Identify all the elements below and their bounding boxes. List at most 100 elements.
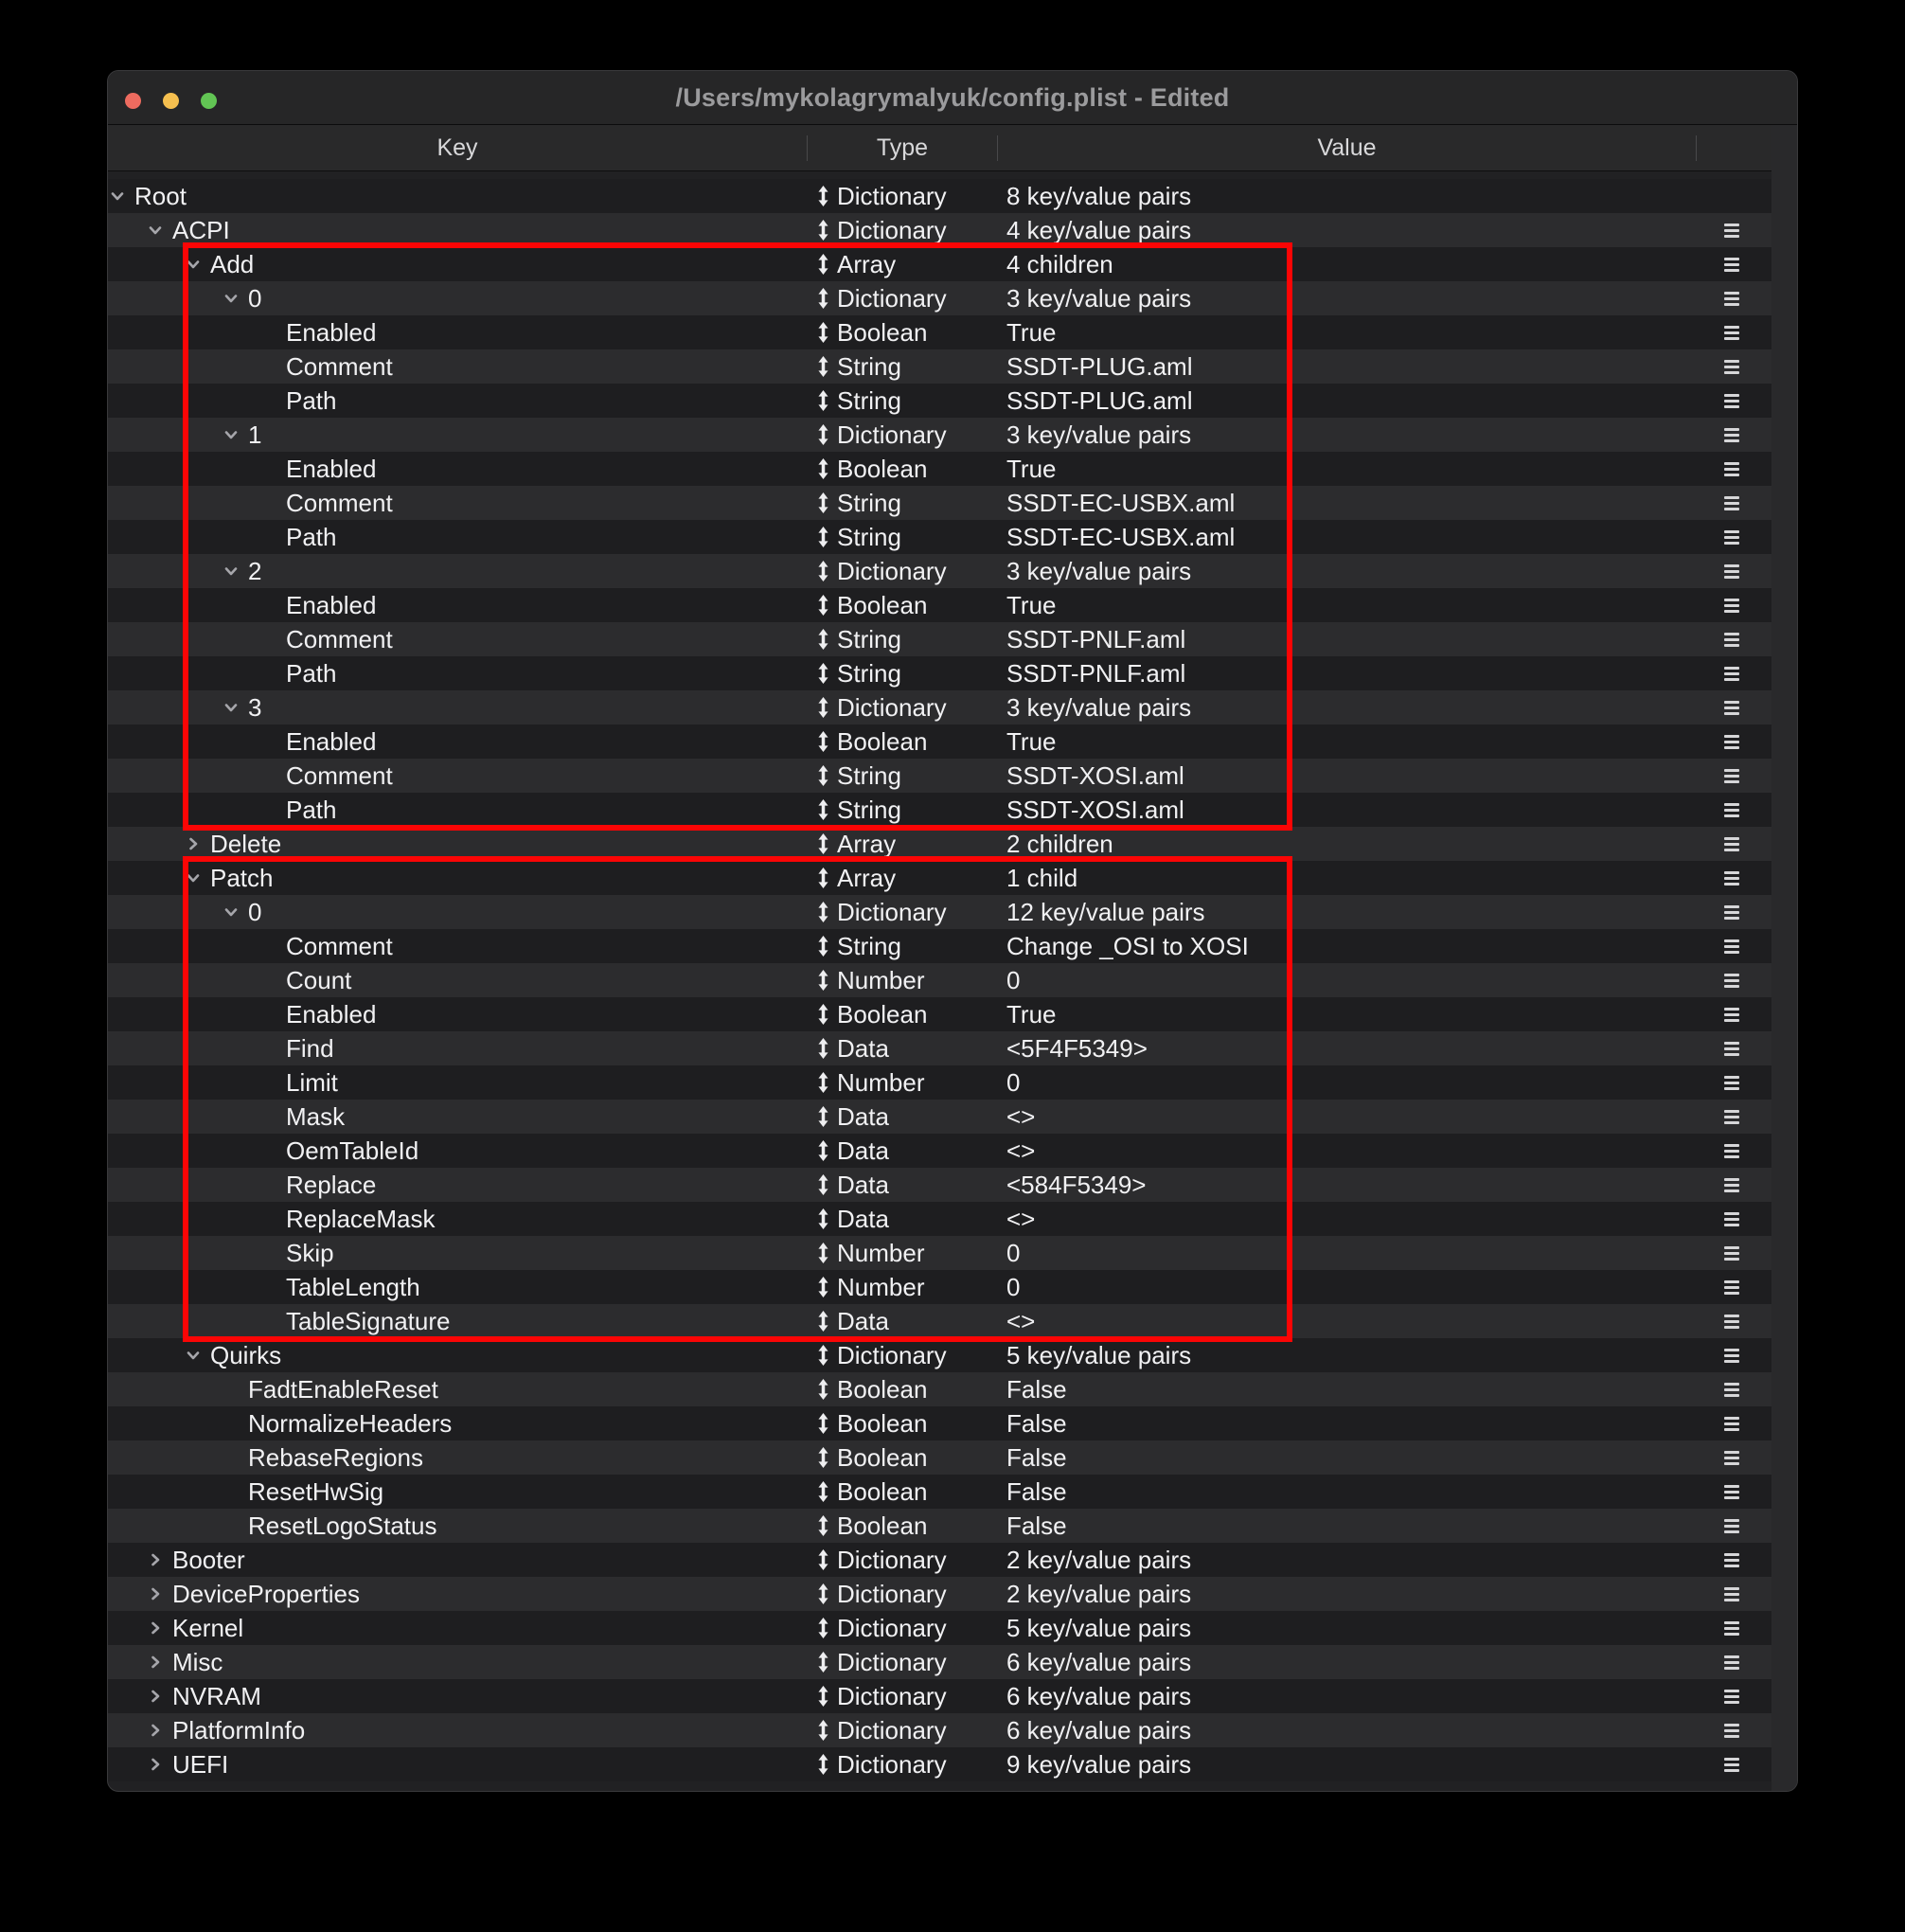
table-row[interactable]: ReplaceMaskData<> [108,1202,1771,1236]
row-menu-icon[interactable] [1724,496,1739,510]
row-type-popup[interactable]: String [837,486,901,520]
type-updown-arrow-icon[interactable] [817,1618,829,1638]
type-updown-arrow-icon[interactable] [817,1038,829,1059]
table-row[interactable]: TableSignatureData<> [108,1304,1771,1338]
row-type-popup[interactable]: Dictionary [837,1611,947,1645]
row-type-popup[interactable]: Dictionary [837,1713,947,1747]
row-type-popup[interactable]: Boolean [837,1509,927,1543]
table-row[interactable]: 2Dictionary3 key/value pairs [108,554,1771,588]
row-value[interactable]: False [1006,1475,1067,1509]
row-menu-icon[interactable] [1724,1178,1739,1192]
row-type-popup[interactable]: Dictionary [837,213,947,247]
type-updown-arrow-icon[interactable] [817,492,829,513]
row-value[interactable]: <> [1006,1134,1035,1168]
row-type-popup[interactable]: Dictionary [837,179,947,213]
row-menu-icon[interactable] [1724,1519,1739,1533]
row-value[interactable]: <5F4F5349> [1006,1031,1148,1065]
type-updown-arrow-icon[interactable] [817,697,829,718]
row-value[interactable]: 3 key/value pairs [1006,690,1191,724]
row-menu-icon[interactable] [1724,769,1739,783]
table-row[interactable]: 0Dictionary12 key/value pairs [108,895,1771,929]
row-type-popup[interactable]: Dictionary [837,1543,947,1577]
row-menu-icon[interactable] [1724,1076,1739,1090]
row-value[interactable]: 3 key/value pairs [1006,554,1191,588]
scrollbar-track[interactable] [1771,125,1798,1792]
row-menu-icon[interactable] [1724,1212,1739,1226]
table-row[interactable]: EnabledBooleanTrue [108,724,1771,759]
table-row[interactable]: EnabledBooleanTrue [108,315,1771,349]
disclosure-expanded-icon[interactable] [223,290,240,307]
row-value[interactable]: 2 key/value pairs [1006,1577,1191,1611]
row-type-popup[interactable]: Boolean [837,1372,927,1406]
row-value[interactable]: SSDT-EC-USBX.aml [1006,520,1235,554]
disclosure-expanded-icon[interactable] [109,188,126,205]
type-updown-arrow-icon[interactable] [817,799,829,820]
disclosure-collapsed-icon[interactable] [147,1654,164,1671]
table-row[interactable]: ResetHwSigBooleanFalse [108,1475,1771,1509]
type-updown-arrow-icon[interactable] [817,1277,829,1297]
table-row[interactable]: FindData<5F4F5349> [108,1031,1771,1065]
row-value[interactable]: True [1006,724,1057,759]
row-value[interactable]: SSDT-PNLF.aml [1006,656,1185,690]
type-updown-arrow-icon[interactable] [817,1686,829,1707]
row-type-popup[interactable]: String [837,929,901,963]
row-value[interactable]: 2 children [1006,827,1113,861]
row-type-popup[interactable]: Data [837,1168,889,1202]
row-type-popup[interactable]: Boolean [837,315,927,349]
table-row[interactable]: CommentStringSSDT-XOSI.aml [108,759,1771,793]
type-updown-arrow-icon[interactable] [817,1140,829,1161]
row-type-popup[interactable]: Dictionary [837,690,947,724]
table-row[interactable]: NVRAMDictionary6 key/value pairs [108,1679,1771,1713]
row-value[interactable]: SSDT-PLUG.aml [1006,349,1193,384]
type-updown-arrow-icon[interactable] [817,1413,829,1434]
table-row[interactable]: TableLengthNumber0 [108,1270,1771,1304]
table-row[interactable]: SkipNumber0 [108,1236,1771,1270]
type-updown-arrow-icon[interactable] [817,1243,829,1263]
type-updown-arrow-icon[interactable] [817,356,829,377]
table-row[interactable]: PlatformInfoDictionary6 key/value pairs [108,1713,1771,1747]
row-value[interactable]: SSDT-XOSI.aml [1006,759,1184,793]
row-value[interactable]: 0 [1006,1236,1020,1270]
table-row[interactable]: PathStringSSDT-PLUG.aml [108,384,1771,418]
disclosure-expanded-icon[interactable] [147,222,164,239]
table-row[interactable]: BooterDictionary2 key/value pairs [108,1543,1771,1577]
disclosure-expanded-icon[interactable] [223,426,240,443]
row-menu-icon[interactable] [1724,974,1739,988]
row-type-popup[interactable]: Data [837,1031,889,1065]
type-updown-arrow-icon[interactable] [817,1174,829,1195]
row-menu-icon[interactable] [1724,735,1739,749]
row-menu-icon[interactable] [1724,1451,1739,1465]
table-row[interactable]: RootDictionary8 key/value pairs [108,179,1771,213]
table-row[interactable]: KernelDictionary5 key/value pairs [108,1611,1771,1645]
disclosure-collapsed-icon[interactable] [185,835,202,852]
disclosure-collapsed-icon[interactable] [147,1619,164,1637]
row-menu-icon[interactable] [1724,701,1739,715]
row-menu-icon[interactable] [1724,1690,1739,1704]
row-value[interactable]: True [1006,997,1057,1031]
row-value[interactable]: 5 key/value pairs [1006,1338,1191,1372]
row-menu-icon[interactable] [1724,326,1739,340]
table-row[interactable]: 3Dictionary3 key/value pairs [108,690,1771,724]
row-menu-icon[interactable] [1724,1110,1739,1124]
row-value[interactable]: 8 key/value pairs [1006,179,1191,213]
row-type-popup[interactable]: Dictionary [837,418,947,452]
row-value[interactable]: <584F5349> [1006,1168,1146,1202]
type-updown-arrow-icon[interactable] [817,458,829,479]
row-value[interactable]: 3 key/value pairs [1006,418,1191,452]
row-type-popup[interactable]: Boolean [837,588,927,622]
table-row[interactable]: CommentStringSSDT-PNLF.aml [108,622,1771,656]
row-menu-icon[interactable] [1724,1553,1739,1567]
table-row[interactable]: CommentStringChange _OSI to XOSI [108,929,1771,963]
row-type-popup[interactable]: Data [837,1304,889,1338]
row-menu-icon[interactable] [1724,1655,1739,1670]
disclosure-expanded-icon[interactable] [185,1347,202,1364]
column-header-value[interactable]: Value [998,125,1696,170]
disclosure-collapsed-icon[interactable] [147,1551,164,1568]
column-separator[interactable] [997,135,998,161]
row-value[interactable]: 6 key/value pairs [1006,1645,1191,1679]
row-type-popup[interactable]: Number [837,1270,924,1304]
type-updown-arrow-icon[interactable] [817,1652,829,1673]
row-menu-icon[interactable] [1724,462,1739,476]
type-updown-arrow-icon[interactable] [817,1072,829,1093]
row-menu-icon[interactable] [1724,1758,1739,1772]
